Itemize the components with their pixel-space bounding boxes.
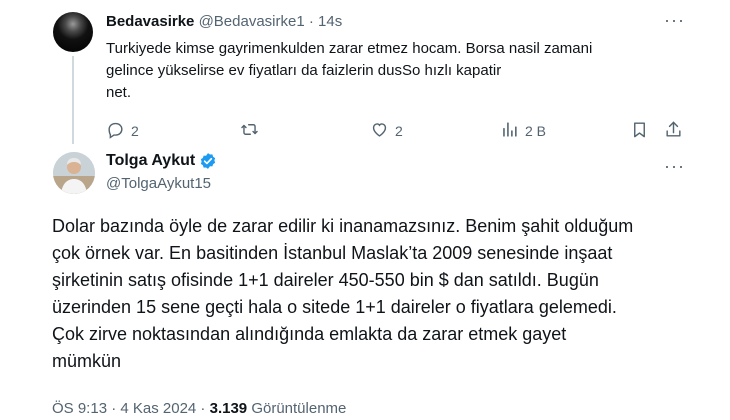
- verified-badge-icon[interactable]: [199, 152, 217, 170]
- repost-button[interactable]: [240, 120, 265, 142]
- views-total: 3.139: [209, 400, 248, 417]
- reply-count: 2: [131, 123, 139, 139]
- main-text-line: Çok zirve noktasından alındığında emlakt…: [52, 324, 567, 344]
- reply-author-avatar[interactable]: [53, 12, 93, 52]
- reply-text-line: net.: [106, 84, 132, 101]
- heart-icon: [370, 120, 389, 142]
- reply-author-handle[interactable]: @Bedavasirke1: [199, 13, 305, 30]
- share-icon: [664, 120, 683, 142]
- main-text-line: mümkün: [52, 351, 122, 371]
- reply-time[interactable]: 14s: [318, 13, 342, 30]
- reply-author-name[interactable]: Bedavasirke: [106, 13, 194, 30]
- bookmark-button[interactable]: [630, 120, 649, 142]
- main-text-line: çok örnek var. En basitinden İstanbul Ma…: [52, 243, 613, 263]
- views-label: Görüntülenme: [247, 400, 347, 417]
- main-text-line: şirketinin satış ofisinde 1+1 daireler 4…: [52, 270, 599, 290]
- like-count: 2: [395, 123, 403, 139]
- tweet-meta: ÖS 9:13 · 4 Kas 2024 · 3.139 Görüntülenm…: [52, 400, 346, 417]
- reply-text: Turkiyede kimse gayrimenkulden zarar etm…: [106, 38, 706, 104]
- views-button[interactable]: 2 B: [500, 120, 546, 142]
- views-count: 2 B: [525, 123, 547, 139]
- reply-header: Bedavasirke @Bedavasirke1 · 14s: [106, 13, 342, 30]
- main-more-icon[interactable]: ···: [664, 156, 685, 177]
- repost-icon: [240, 120, 259, 142]
- reply-text-line: Turkiyede kimse gayrimenkulden zarar etm…: [106, 40, 593, 57]
- bookmark-icon: [630, 120, 649, 142]
- reply-more-icon[interactable]: ···: [664, 10, 685, 31]
- reply-text-line: gelince yükselirse ev fiyatları da faizl…: [106, 62, 502, 79]
- reply-action-bar: 2 2 2 B: [0, 120, 730, 142]
- main-text-line: üzerinden 15 sene geçti hala o sitede 1+…: [52, 297, 617, 317]
- reply-button[interactable]: 2: [106, 120, 139, 142]
- tweet-timestamp[interactable]: ÖS 9:13 · 4 Kas 2024: [52, 400, 196, 417]
- main-author-name[interactable]: Tolga Aykut: [106, 152, 195, 170]
- views-bar-icon: [500, 120, 519, 142]
- main-tweet-text: Dolar bazında öyle de zarar edilir ki in…: [52, 213, 712, 375]
- main-author-name-row: Tolga Aykut: [106, 152, 217, 170]
- like-button[interactable]: 2: [370, 120, 403, 142]
- meta-separator: ·: [196, 400, 210, 417]
- share-button[interactable]: [664, 120, 683, 142]
- main-text-line: Dolar bazında öyle de zarar edilir ki in…: [52, 216, 634, 236]
- reply-icon: [106, 120, 125, 142]
- reply-separator: ·: [304, 13, 319, 30]
- main-author-avatar[interactable]: [53, 152, 95, 194]
- main-author-handle[interactable]: @TolgaAykut15: [106, 175, 211, 192]
